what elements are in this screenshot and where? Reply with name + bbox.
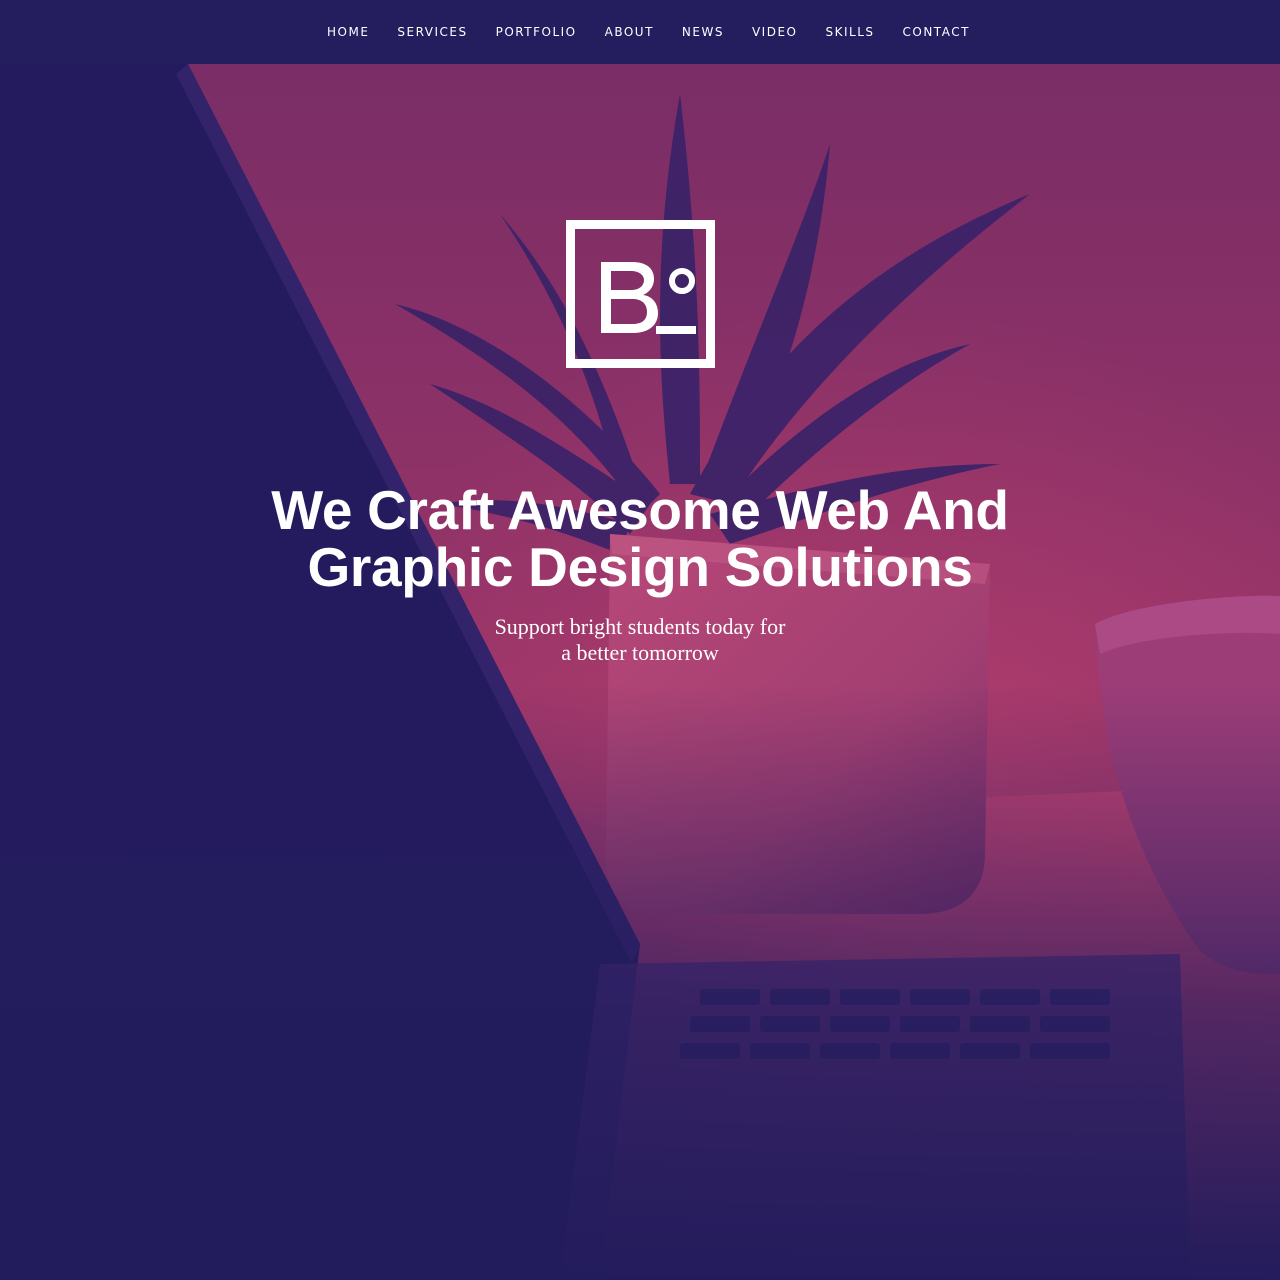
top-navbar: HOME SERVICES PORTFOLIO ABOUT NEWS VIDEO… bbox=[0, 0, 1280, 64]
bo-logo-icon bbox=[601, 262, 696, 334]
hero-title: We Craft Awesome Web And Graphic Design … bbox=[240, 482, 1040, 596]
hero-content: We Craft Awesome Web And Graphic Design … bbox=[0, 64, 1280, 1280]
nav-item-portfolio[interactable]: PORTFOLIO bbox=[482, 0, 591, 64]
hero-title-line-1: We Craft Awesome Web And bbox=[271, 479, 1009, 541]
hero-section: We Craft Awesome Web And Graphic Design … bbox=[0, 64, 1280, 1280]
nav-item-services[interactable]: SERVICES bbox=[383, 0, 481, 64]
nav-menu: HOME SERVICES PORTFOLIO ABOUT NEWS VIDEO… bbox=[313, 0, 984, 64]
hero-subtitle-line-1: Support bright students today for bbox=[494, 614, 786, 639]
nav-item-video[interactable]: VIDEO bbox=[738, 0, 812, 64]
hero-subtitle-line-2: a better tomorrow bbox=[561, 640, 719, 665]
nav-item-news[interactable]: NEWS bbox=[668, 0, 738, 64]
nav-item-home[interactable]: HOME bbox=[313, 0, 383, 64]
nav-item-about[interactable]: ABOUT bbox=[591, 0, 668, 64]
brand-logo[interactable] bbox=[566, 220, 715, 368]
nav-item-skills[interactable]: SKILLS bbox=[811, 0, 888, 64]
nav-item-contact[interactable]: CONTACT bbox=[889, 0, 984, 64]
hero-subtitle: Support bright students today for a bett… bbox=[440, 614, 840, 666]
hero-title-line-2: Graphic Design Solutions bbox=[307, 536, 973, 598]
